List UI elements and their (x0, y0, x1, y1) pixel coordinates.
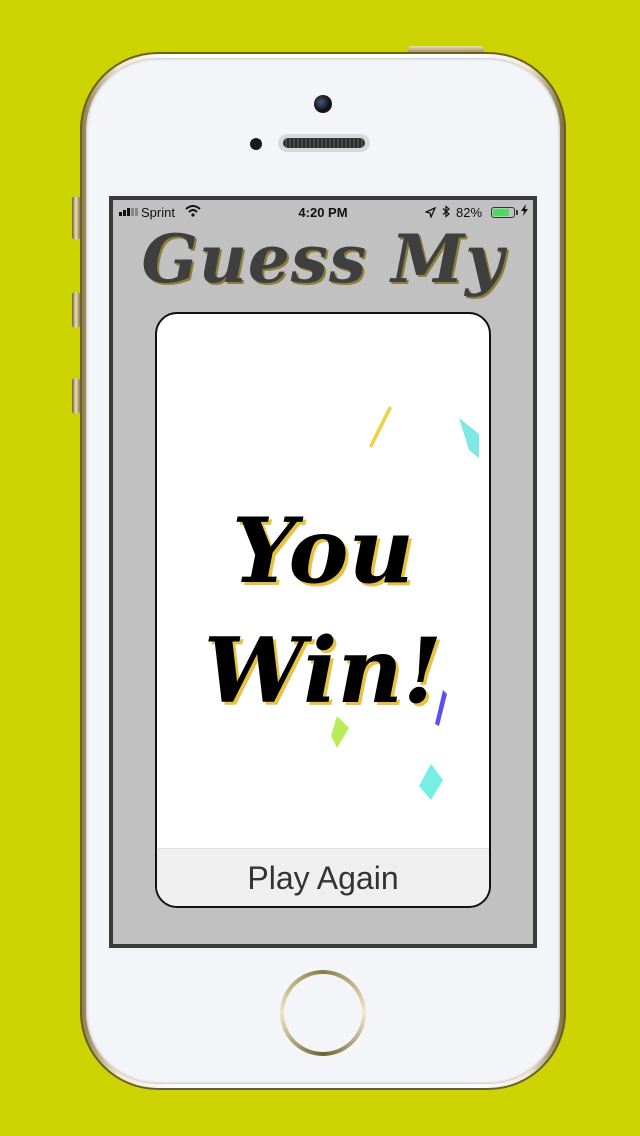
front-camera-icon (314, 95, 332, 113)
result-card: You Win! Play Again (155, 312, 491, 908)
battery-cap (516, 210, 518, 215)
play-again-button[interactable]: Play Again (157, 848, 489, 906)
stage: Sprint 4:20 PM 82% Guess My You Win! Pla… (0, 0, 640, 1136)
win-message-line-1: You (232, 498, 414, 604)
battery-icon (491, 207, 515, 218)
mute-switch (72, 196, 80, 240)
sensor-icon (250, 138, 262, 150)
win-message-line-2: Win! (203, 618, 443, 724)
charging-icon (521, 204, 528, 219)
bluetooth-icon (442, 205, 451, 221)
home-button[interactable] (280, 970, 366, 1056)
confetti-piece-yellow (369, 406, 392, 448)
location-icon (424, 206, 437, 221)
earpiece-speaker (278, 134, 370, 152)
confetti-piece-mint (419, 764, 443, 800)
device-screen: Sprint 4:20 PM 82% Guess My You Win! Pla… (109, 196, 537, 948)
volume-down-button (72, 378, 80, 414)
battery-fill (493, 209, 510, 216)
battery-percent: 82% (456, 205, 483, 220)
volume-up-button (72, 292, 80, 328)
confetti-piece-aqua (459, 418, 479, 458)
game-title: Guess My (141, 220, 505, 298)
